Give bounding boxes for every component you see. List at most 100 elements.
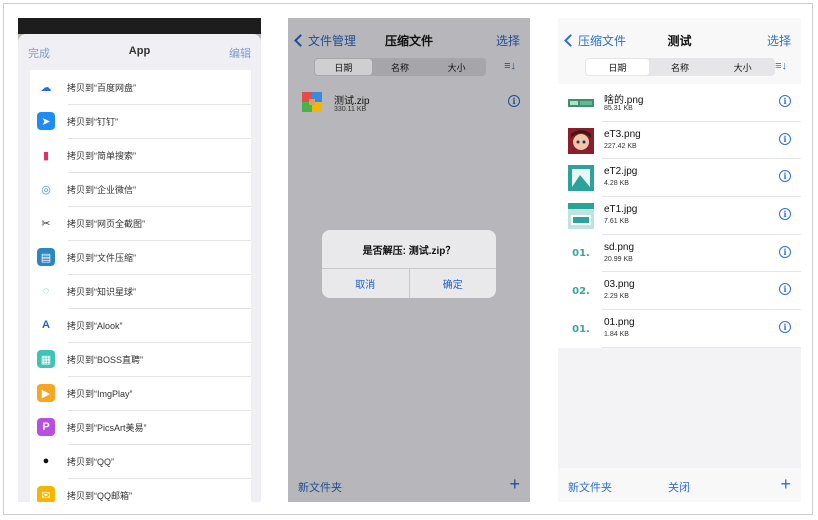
new-folder-button[interactable]: 新文件夹 [298, 479, 342, 495]
info-icon: i [779, 321, 791, 334]
info-icon: i [779, 132, 791, 145]
share-app-label: 拷贝到“知识星球” [67, 286, 136, 297]
boss-zhipin-icon: ▦ [37, 350, 55, 368]
unzip-alert: 是否解压: 测试.zip？ 取消 确定 [322, 230, 496, 298]
info-button[interactable]: i [779, 321, 791, 334]
navigation-bar: 文件管理 压缩文件 选择 [288, 18, 530, 62]
imgplay-icon: ▶ [37, 384, 55, 402]
page-title: 测试 [667, 34, 692, 48]
sheet-header: 完成 App 编辑 [18, 34, 261, 70]
file-row[interactable]: 啥的.png 85.31 KB i [558, 84, 801, 122]
file-row[interactable]: 02. 03.png 2.29 KB i [558, 272, 801, 310]
share-app-label: 拷贝到“BOSS直聘” [67, 354, 144, 365]
share-app-label: 拷贝到“ImgPlay” [67, 388, 133, 399]
sort-order-icon[interactable]: ≡↓ [775, 60, 787, 72]
file-row[interactable]: 01. sd.png 20.99 KB i [558, 235, 801, 273]
file-compress-icon: ▤ [37, 248, 55, 266]
file-row[interactable]: 测试.zip 330.11 KB i [288, 84, 530, 122]
share-app-row[interactable]: ▮ 拷贝到“简单搜索” [30, 138, 251, 172]
segment-date[interactable]: 日期 [315, 59, 372, 75]
share-app-row[interactable]: ☁ 拷贝到“百度网盘” [30, 70, 251, 104]
zip-view-panel: 文件管理 压缩文件 选择 日期 名称 大小 ≡↓ 测试.zip 330.11 K… [288, 18, 530, 502]
file-name: eT3.png [604, 128, 641, 140]
file-name: 测试.zip [334, 96, 370, 107]
image-thumbnail-icon [568, 165, 594, 192]
share-app-label: 拷贝到“企业微信” [67, 184, 136, 195]
share-app-row[interactable]: ➤ 拷贝到“钉钉” [30, 104, 251, 138]
share-sheet: 完成 App 编辑 ☁ 拷贝到“百度网盘” ➤ 拷贝到“钉钉” ▮ 拷贝到“简单搜索” ◎ 拷… [18, 34, 261, 502]
share-sheet-panel: 完成 App 编辑 ☁ 拷贝到“百度网盘” ➤ 拷贝到“钉钉” ▮ 拷贝到“简单搜索” ◎ 拷… [18, 18, 261, 502]
info-button[interactable]: i [508, 95, 520, 107]
picsart-icon: P [37, 418, 55, 436]
file-size: 1.84 KB [604, 331, 629, 339]
file-row[interactable]: eT2.jpg 4.28 KB i [558, 159, 801, 197]
share-app-row[interactable]: ✂ 拷贝到“网页全截图” [30, 206, 251, 240]
image-thumbnail-icon [568, 90, 594, 116]
sheet-title: App [128, 45, 151, 57]
knowledge-planet-icon: ◌ [37, 282, 55, 300]
share-app-label: 拷贝到“QQ” [67, 456, 114, 467]
share-app-row[interactable]: ✉ 拷贝到“QQ邮箱” [30, 478, 251, 502]
alook-icon: A [37, 316, 55, 334]
file-name: eT1.jpg [604, 204, 638, 216]
share-app-row[interactable]: P 拷贝到“PicsArt美易” [30, 410, 251, 444]
file-row[interactable]: eT3.png 227.42 KB i [558, 122, 801, 160]
cancel-button[interactable]: 取消 [322, 269, 409, 298]
file-name: 啥的.png [604, 95, 644, 106]
info-button[interactable]: i [779, 95, 791, 107]
share-app-row[interactable]: ▤ 拷贝到“文件压缩” [30, 240, 251, 274]
file-size: 7.61 KB [604, 218, 629, 226]
edit-button[interactable]: 编辑 [229, 45, 251, 61]
page-title: 压缩文件 [384, 34, 433, 48]
simple-search-icon: ▮ [37, 146, 55, 164]
file-size: 85.31 KB [604, 105, 633, 112]
share-app-label: 拷贝到“网页全截图” [67, 218, 145, 229]
segment-size[interactable]: 大小 [711, 59, 774, 75]
sort-order-icon[interactable]: ≡↓ [504, 60, 516, 72]
info-button[interactable]: i [779, 283, 791, 296]
baidu-netdisk-icon: ☁ [37, 78, 55, 96]
file-name: 01.png [604, 317, 635, 329]
share-app-label: 拷贝到“钉钉” [67, 116, 118, 127]
share-app-row[interactable]: ◌ 拷贝到“知识星球” [30, 274, 251, 308]
segment-name[interactable]: 名称 [649, 59, 712, 75]
segment-name[interactable]: 名称 [372, 59, 429, 75]
share-app-row[interactable]: ▶ 拷贝到“ImgPlay” [30, 376, 251, 410]
file-list: 啥的.png 85.31 KB i eT3.png 227.42 KB i eT2.jpg 4… [558, 84, 801, 348]
bottom-toolbar: 新文件夹 + [288, 468, 530, 502]
share-app-row[interactable]: ● 拷贝到“QQ” [30, 444, 251, 478]
info-button[interactable]: i [779, 170, 791, 183]
select-button[interactable]: 选择 [767, 32, 791, 49]
sort-segmented-control: 日期 名称 大小 [585, 58, 775, 76]
zip-file-icon [302, 92, 322, 112]
file-name: sd.png [604, 241, 635, 253]
add-icon[interactable]: + [509, 474, 520, 495]
sort-segmented-control: 日期 名称 大小 [314, 58, 486, 76]
alert-message: 是否解压: 测试.zip？ [322, 230, 496, 269]
share-app-row[interactable]: ◎ 拷贝到“企业微信” [30, 172, 251, 206]
close-button[interactable]: 关闭 [668, 479, 690, 495]
confirm-button[interactable]: 确定 [408, 269, 497, 298]
image-thumbnail-icon: 01. [572, 248, 590, 260]
segment-size[interactable]: 大小 [428, 59, 485, 75]
file-size: 20.99 KB [604, 255, 633, 263]
info-button[interactable]: i [779, 245, 791, 258]
share-app-label: 拷贝到“百度网盘” [67, 82, 136, 93]
info-button[interactable]: i [779, 132, 791, 145]
segment-date[interactable]: 日期 [586, 59, 649, 75]
sort-bar: 日期 名称 大小 ≡↓ [288, 58, 530, 80]
select-button[interactable]: 选择 [496, 32, 520, 49]
app-list: ☁ 拷贝到“百度网盘” ➤ 拷贝到“钉钉” ▮ 拷贝到“简单搜索” ◎ 拷贝到“企业微信” ✂ 拷… [30, 70, 251, 502]
file-row[interactable]: eT1.jpg 7.61 KB i [558, 197, 801, 235]
share-app-label: 拷贝到“简单搜索” [67, 150, 136, 161]
file-row[interactable]: 01. 01.png 1.84 KB i [558, 310, 801, 348]
file-size: 2.29 KB [604, 293, 629, 301]
info-icon: i [779, 283, 791, 296]
share-app-row[interactable]: A 拷贝到“Alook” [30, 308, 251, 342]
navigation-bar: 压缩文件 测试 选择 [558, 18, 801, 62]
info-button[interactable]: i [779, 208, 791, 221]
share-app-row[interactable]: ▦ 拷贝到“BOSS直聘” [30, 342, 251, 376]
share-app-label: 拷贝到“QQ邮箱” [67, 490, 132, 501]
add-icon[interactable]: + [780, 474, 791, 495]
new-folder-button[interactable]: 新文件夹 [568, 479, 612, 495]
